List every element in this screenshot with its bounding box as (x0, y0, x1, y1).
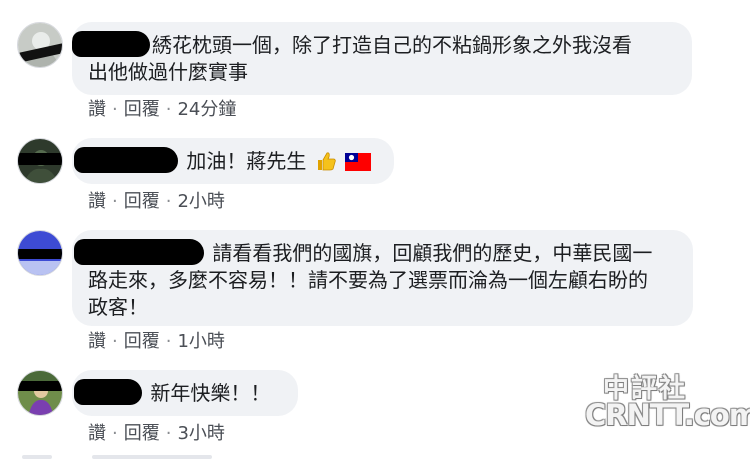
comment-text: 綉花枕頭一個，除了打造自己的不粘鍋形象之外我沒看 (72, 31, 676, 59)
comment-actions: 讚 · 回覆 · 24分鐘 (88, 95, 236, 121)
commenter-avatar[interactable] (17, 22, 63, 68)
comment-actions: 讚 · 回覆 · 3小時 (88, 419, 225, 445)
separator: · (165, 331, 172, 352)
like-link[interactable]: 讚 (88, 191, 106, 212)
comment-actions: 讚 · 回覆 · 1小時 (88, 327, 225, 353)
separator: · (165, 99, 172, 120)
comment-text: 加油！蔣先生 (74, 147, 378, 179)
thumbs-up-emoji (315, 150, 337, 179)
redacted-author-name[interactable] (74, 147, 178, 173)
comment-bubble: 綉花枕頭一個，除了打造自己的不粘鍋形象之外我沒看 出他做過什麼實事 (72, 22, 692, 95)
timestamp[interactable]: 2小時 (177, 191, 224, 212)
taiwan-flag-emoji (345, 152, 372, 179)
comment-text: 請看看我們的國旗，回顧我們的歷史，中華民國一 (74, 239, 677, 267)
separator: · (165, 191, 172, 212)
reply-link[interactable]: 回覆 (124, 191, 160, 212)
like-link[interactable]: 讚 (88, 99, 106, 120)
comment-bubble: 加油！蔣先生 (72, 138, 394, 184)
timestamp[interactable]: 3小時 (177, 423, 224, 444)
separator: · (112, 191, 118, 212)
separator: · (112, 423, 118, 444)
timestamp[interactable]: 24分鐘 (177, 99, 236, 120)
comment-bubble: 請看看我們的國旗，回顧我們的歷史，中華民國一 路走來，多麼不容易！！請不要為了選… (72, 230, 693, 326)
redacted-author-name[interactable] (72, 31, 150, 57)
commenter-avatar[interactable] (17, 138, 63, 184)
redacted-author-name[interactable] (74, 239, 204, 265)
commenter-avatar[interactable] (17, 230, 63, 276)
comment-text-line2: 路走來，多麼不容易！！請不要為了選票而淪為一個左顧右盼的 (88, 268, 648, 292)
next-comment-edge (0, 455, 750, 461)
commenter-avatar[interactable] (17, 370, 63, 416)
comment-bubble: 新年快樂！！ (72, 370, 298, 416)
separator: · (112, 331, 118, 352)
timestamp[interactable]: 1小時 (177, 331, 224, 352)
like-link[interactable]: 讚 (88, 331, 106, 352)
reply-link[interactable]: 回覆 (124, 423, 160, 444)
like-link[interactable]: 讚 (88, 423, 106, 444)
reply-link[interactable]: 回覆 (124, 331, 160, 352)
comment-text: 新年快樂！！ (74, 379, 282, 407)
comment-text-line2: 出他做過什麼實事 (88, 60, 248, 84)
redacted-author-name[interactable] (74, 379, 142, 405)
separator: · (112, 99, 118, 120)
comment-text-line3: 政客！ (88, 295, 148, 319)
separator: · (165, 423, 172, 444)
watermark-en: CRNTT.com (585, 398, 750, 432)
reply-link[interactable]: 回覆 (124, 99, 160, 120)
comment-actions: 讚 · 回覆 · 2小時 (88, 187, 225, 213)
